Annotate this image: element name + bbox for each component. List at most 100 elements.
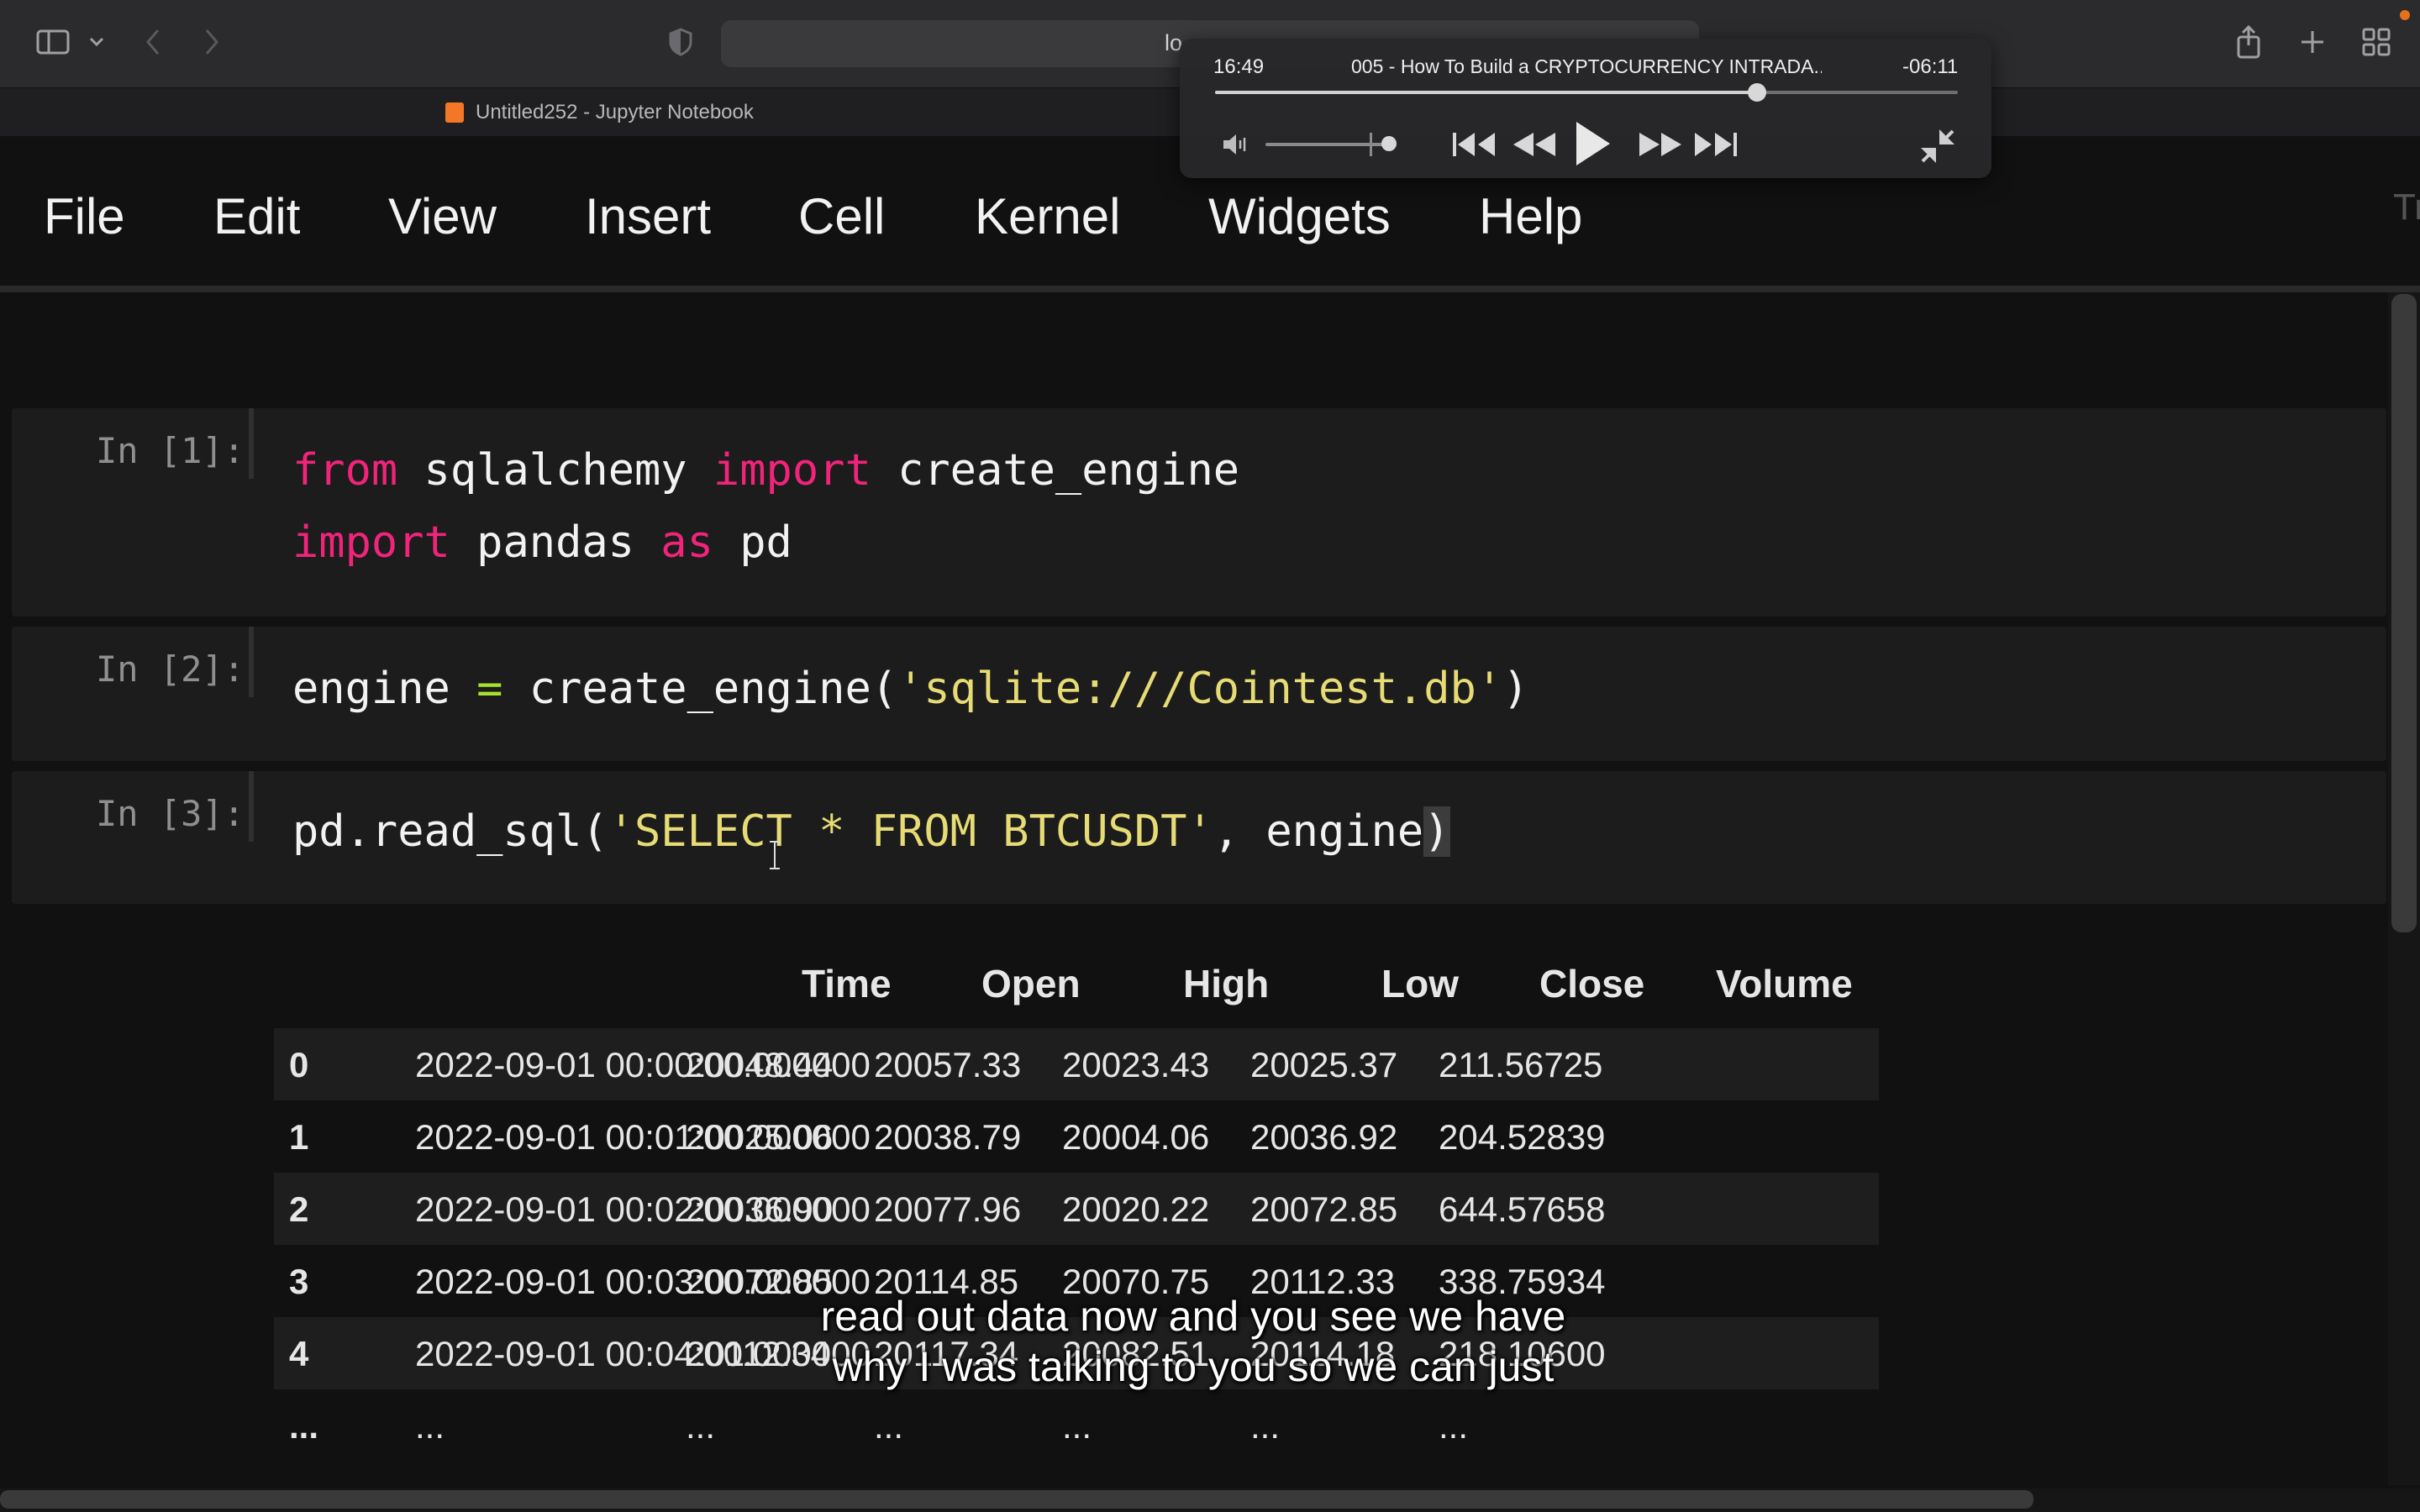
- code-token: =: [476, 664, 503, 714]
- code-token: ): [1423, 806, 1450, 857]
- menu-insert[interactable]: Insert: [585, 192, 711, 242]
- table-cell: 20020.22: [1062, 1189, 1210, 1229]
- text-cursor-icon: [766, 840, 783, 870]
- table-cell: ...: [1062, 1406, 1092, 1446]
- table-cell: 20072.85: [1250, 1189, 1398, 1229]
- table-cell: ...: [874, 1406, 904, 1446]
- column-header: Volume: [1716, 962, 1853, 1005]
- code-token: from: [292, 445, 398, 496]
- code-line[interactable]: from sqlalchemy import create_engine: [292, 445, 1239, 496]
- play-icon[interactable]: [1568, 119, 1615, 168]
- sidebar-icon[interactable]: [32, 18, 74, 66]
- progress-knob[interactable]: [1748, 83, 1767, 102]
- tab-jupyter[interactable]: Untitled252 - Jupyter Notebook: [445, 99, 754, 126]
- code-line[interactable]: engine = create_engine('sqlite:///Cointe…: [292, 664, 1528, 714]
- remaining-time: -06:11: [1902, 55, 1959, 78]
- media-player[interactable]: 16:49 005 - How To Build a CRYPTOCURRENC…: [1180, 39, 1991, 178]
- table-row: 0 2022-09-01 00:00:00.000000 20048.44 20057…: [274, 1028, 1879, 1100]
- column-header: High: [1183, 962, 1270, 1005]
- menu-file[interactable]: File: [44, 192, 125, 242]
- cell-prompt: In [1]:: [96, 430, 245, 471]
- code-line[interactable]: import pandas as pd: [292, 517, 792, 568]
- dataframe-header: Time Open High Low Close Volume: [274, 944, 1879, 1016]
- table-cell: 644.57658: [1439, 1189, 1606, 1229]
- code-token: pd.read_sql(: [292, 806, 608, 857]
- table-cell: 20036.90: [686, 1189, 834, 1229]
- jupyter-favicon-icon: [445, 102, 464, 123]
- elapsed-time: 16:49: [1213, 55, 1265, 78]
- table-row: 1 2022-09-01 00:01:00.000000 20025.06 20038…: [274, 1100, 1879, 1173]
- menu-cell[interactable]: Cell: [798, 192, 885, 242]
- menu-kernel[interactable]: Kernel: [975, 192, 1120, 242]
- share-icon[interactable]: [2230, 18, 2267, 66]
- privacy-shield-icon[interactable]: [664, 18, 697, 66]
- code-cell[interactable]: In [1]: from sqlalchemy import create_en…: [12, 408, 2386, 617]
- code-token: as: [660, 517, 713, 568]
- table-cell: 20077.96: [874, 1189, 1022, 1229]
- code-token: 'sqlite:///Cointest.db': [897, 664, 1503, 714]
- cell-gutter: [249, 771, 254, 842]
- menu-widgets[interactable]: Widgets: [1208, 192, 1391, 242]
- column-header: Time: [802, 962, 892, 1005]
- table-cell: ...: [1439, 1406, 1469, 1446]
- code-token: import: [292, 517, 450, 568]
- skip-back-icon[interactable]: [1450, 126, 1497, 163]
- code-token: import: [713, 445, 871, 496]
- vertical-scroll-thumb[interactable]: [2391, 294, 2417, 932]
- tab-overview-icon[interactable]: [2358, 18, 2395, 66]
- horizontal-scroll-thumb[interactable]: [0, 1490, 2033, 1509]
- cell-prompt: In [3]:: [96, 793, 245, 834]
- volume-knob[interactable]: [1381, 136, 1397, 151]
- table-cell: 20025.06: [686, 1117, 834, 1157]
- volume-icon[interactable]: [1220, 129, 1250, 160]
- table-cell: 20038.79: [874, 1117, 1022, 1157]
- media-title: 005 - How To Build a CRYPTOCURRENCY INTR…: [1351, 55, 1822, 77]
- volume-slider[interactable]: [1265, 143, 1392, 146]
- chevron-down-icon[interactable]: [84, 18, 109, 66]
- code-cell[interactable]: In [3]: pd.read_sql('SELECT * FROM BTCUS…: [12, 771, 2386, 904]
- trusted-indicator[interactable]: Tr: [2393, 186, 2420, 228]
- row-index: 0: [289, 1045, 309, 1084]
- table-cell: 20025.37: [1250, 1045, 1398, 1084]
- table-cell: 20048.44: [686, 1045, 834, 1084]
- table-cell: 20004.06: [1062, 1117, 1210, 1157]
- code-token: sqlalchemy: [397, 445, 713, 496]
- row-index: 1: [289, 1117, 309, 1157]
- column-header: Open: [981, 962, 1081, 1005]
- cell-gutter: [249, 627, 254, 697]
- column-header: Low: [1381, 962, 1459, 1005]
- menu-edit[interactable]: Edit: [213, 192, 300, 242]
- exit-fullscreen-icon[interactable]: [1918, 126, 1958, 166]
- code-cell[interactable]: In [2]: engine = create_engine('sqlite:/…: [12, 627, 2386, 761]
- cell-gutter: [249, 408, 254, 479]
- progress-slider[interactable]: [1215, 83, 1958, 102]
- menu-help[interactable]: Help: [1479, 192, 1582, 242]
- skip-forward-icon[interactable]: [1692, 126, 1741, 163]
- table-cell: ...: [1250, 1406, 1281, 1446]
- table-cell: 20057.33: [874, 1045, 1022, 1084]
- table-row: 2 2022-09-01 00:02:00.000000 20036.90 20077…: [274, 1173, 1879, 1245]
- subtitle-line: read out data now and you see we have: [820, 1293, 1566, 1340]
- table-row: .....................: [274, 1389, 1879, 1462]
- row-index: ...: [289, 1406, 319, 1446]
- tab-title: Untitled252 - Jupyter Notebook: [476, 101, 754, 123]
- forward-icon[interactable]: [197, 18, 227, 66]
- code-token: create_engine: [871, 445, 1240, 496]
- table-cell: 20036.92: [1250, 1117, 1398, 1157]
- code-token: , engine: [1213, 806, 1424, 857]
- rewind-icon[interactable]: [1509, 126, 1558, 163]
- code-line[interactable]: pd.read_sql('SELECT * FROM BTCUSDT', eng…: [292, 806, 1450, 857]
- back-icon[interactable]: [138, 18, 168, 66]
- table-cell: 20023.43: [1062, 1045, 1210, 1084]
- new-tab-icon[interactable]: [2296, 18, 2329, 66]
- notification-dot: [2400, 10, 2410, 20]
- code-token: engine: [292, 664, 477, 714]
- fast-forward-icon[interactable]: [1637, 126, 1686, 163]
- row-index: 2: [289, 1189, 309, 1229]
- code-token: pandas: [450, 517, 661, 568]
- menu-view[interactable]: View: [388, 192, 497, 242]
- code-token: ): [1502, 664, 1529, 714]
- code-token: 'SELECT * FROM BTCUSDT': [608, 806, 1213, 857]
- table-cell: ...: [415, 1406, 445, 1446]
- table-cell: 211.56725: [1439, 1045, 1603, 1084]
